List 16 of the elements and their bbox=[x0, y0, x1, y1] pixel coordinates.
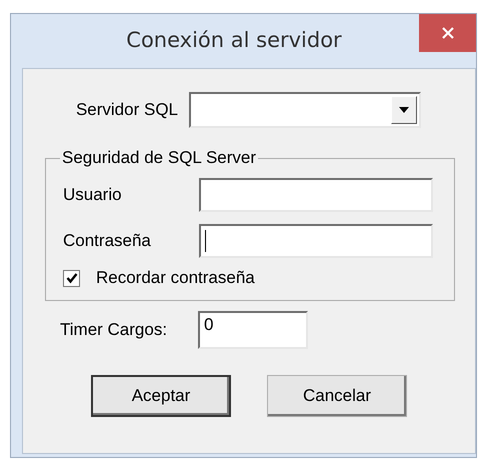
field-label: Contraseña bbox=[63, 231, 152, 251]
field-label: Servidor SQL bbox=[74, 100, 178, 120]
group-title: Seguridad de SQL Server bbox=[61, 148, 258, 168]
dialog-button[interactable]: Cancelar bbox=[267, 375, 407, 417]
field-label: Usuario bbox=[63, 185, 123, 205]
field-label: Timer Cargos: bbox=[59, 320, 168, 340]
text-field[interactable] bbox=[199, 178, 433, 212]
checkbox[interactable] bbox=[63, 270, 80, 286]
close-button[interactable] bbox=[419, 14, 476, 52]
window-title: Conexión al servidor bbox=[125, 27, 343, 52]
checkbox-label: Recordar contraseña bbox=[96, 268, 255, 288]
number-field[interactable]: 0 bbox=[198, 311, 308, 349]
text-field[interactable] bbox=[199, 224, 433, 258]
close-icon bbox=[440, 26, 454, 40]
server-dropdown[interactable] bbox=[189, 92, 421, 128]
dialog-button[interactable]: Aceptar bbox=[91, 375, 231, 417]
